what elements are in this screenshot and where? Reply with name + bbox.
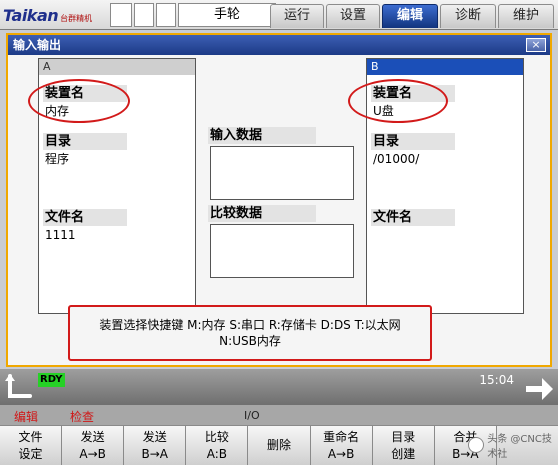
softkey-send-b-to-a[interactable]: 发送 B→A	[124, 425, 187, 465]
shortcut-hint-line1: 装置选择快捷键 M:内存 S:串口 R:存储卡 D:DS T:以太网	[99, 318, 401, 332]
compare-data-box	[210, 224, 354, 278]
softkey-label: A→B	[327, 447, 355, 461]
tab-diagnose[interactable]: 诊断	[440, 4, 496, 28]
panel-b-dir-label: 目录	[371, 133, 455, 150]
mode-edit-text: 编辑	[14, 410, 39, 424]
softkey-send-a-to-b[interactable]: 发送 A→B	[62, 425, 125, 465]
close-button[interactable]: ×	[526, 38, 546, 52]
back-arrow-icon[interactable]	[4, 372, 34, 402]
softkey-label: 发送	[80, 430, 105, 444]
softkey-rename[interactable]: 重命名 A→B	[310, 425, 373, 465]
panel-b-file-label: 文件名	[371, 209, 455, 226]
brand-logo: Taikan 台群精机	[3, 2, 107, 28]
panel-a-dir-label: 目录	[43, 133, 127, 150]
wechat-icon	[468, 437, 485, 453]
panel-b-header: B	[367, 59, 523, 75]
softkey-label: 删除	[266, 438, 291, 452]
softkey-label: 目录	[391, 430, 416, 444]
operation-mode-label: 手轮	[178, 3, 276, 27]
panel-a-file-label: 文件名	[43, 209, 127, 226]
panel-a-header: A	[39, 59, 195, 75]
softkey-delete[interactable]: 删除	[248, 425, 311, 465]
window-title: 输入输出	[8, 35, 550, 55]
brand-name: Taikan	[3, 5, 59, 25]
brand-subtitle: 台群精机	[60, 13, 93, 23]
input-data-label: 输入数据	[208, 127, 316, 144]
tab-run[interactable]: 运行	[270, 4, 324, 28]
softkey-compare[interactable]: 比较 A:B	[186, 425, 249, 465]
clock-display: 15:04	[479, 373, 514, 387]
tab-edit[interactable]: 编辑	[382, 4, 438, 28]
panel-a-file-value[interactable]: 1111	[45, 227, 76, 243]
shortcut-hint-box: 装置选择快捷键 M:内存 S:串口 R:存储卡 D:DS T:以太网 N:USB…	[68, 305, 432, 361]
next-arrow-icon[interactable]	[524, 372, 554, 402]
status-cell-3	[156, 3, 176, 27]
softkey-label: 发送	[142, 430, 167, 444]
mode-strip: 编辑 检查 I/O	[0, 405, 558, 425]
io-window: 输入输出 × A 装置名 内存 目录 程序 文件名 1111 输入数据 比较数据…	[6, 33, 552, 367]
io-label: I/O	[244, 409, 260, 422]
top-status-bar: Taikan 台群精机 手轮 运行 设置 编辑 诊断 维护	[0, 0, 558, 30]
shortcut-hint-line2: N:USB内存	[219, 334, 281, 348]
softkey-label: A→B	[79, 447, 106, 461]
softkey-label: 设定	[18, 447, 43, 461]
tab-maintenance[interactable]: 维护	[498, 4, 554, 28]
highlight-ellipse-a	[28, 79, 130, 123]
softkey-label: 创建	[391, 447, 416, 461]
highlight-ellipse-b	[348, 79, 448, 123]
status-strip: RDY 15:04	[0, 369, 558, 405]
softkey-label: 比较	[204, 430, 229, 444]
softkey-file-setting[interactable]: 文件 设定	[0, 425, 63, 465]
panel-b-dir-value[interactable]: /01000/	[373, 151, 419, 167]
watermark: 头条 @CNC技术社	[468, 432, 554, 460]
softkey-label: A:B	[206, 447, 228, 461]
status-cell-1	[110, 3, 132, 27]
panel-a-dir-value[interactable]: 程序	[45, 151, 69, 167]
tab-setup[interactable]: 设置	[326, 4, 380, 28]
status-cell-2	[134, 3, 154, 27]
ready-status-badge: RDY	[38, 373, 65, 387]
softkey-label: 文件	[18, 430, 43, 444]
softkey-create-dir[interactable]: 目录 创建	[372, 425, 435, 465]
mode-check-text: 检查	[70, 410, 95, 424]
softkey-label: 重命名	[323, 430, 360, 444]
compare-data-label: 比较数据	[208, 205, 316, 222]
watermark-text: 头条 @CNC技术社	[487, 434, 552, 460]
input-data-box	[210, 146, 354, 200]
softkey-label: B→A	[141, 447, 169, 461]
